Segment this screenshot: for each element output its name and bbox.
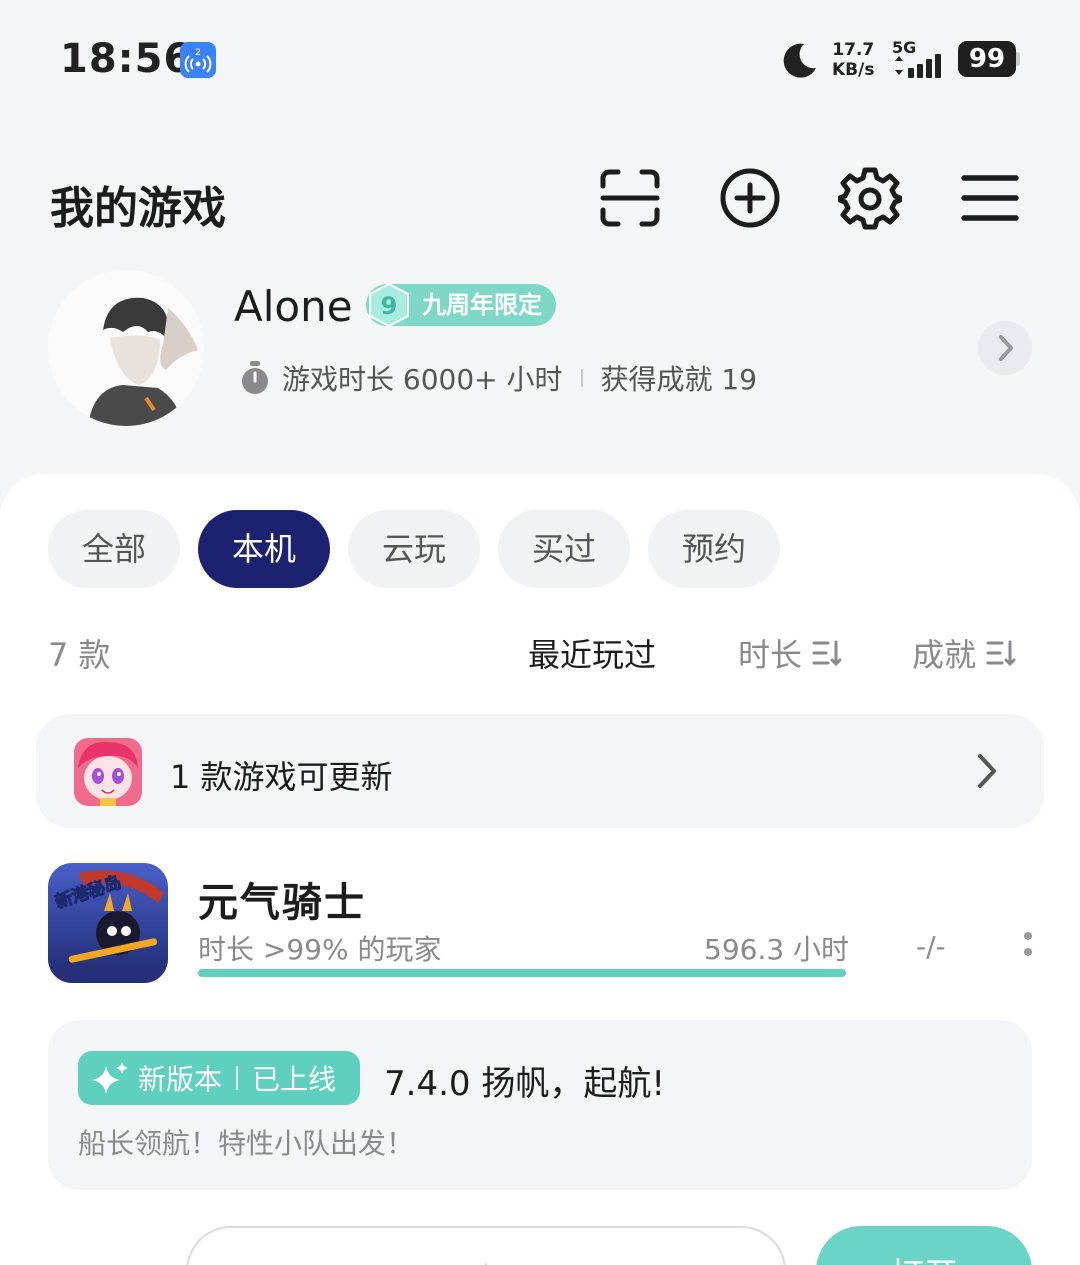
svg-text:2: 2 [195, 48, 201, 58]
news-title: 7.4.0 扬帆，起航! [384, 1064, 665, 1104]
battery-icon: 99 [958, 41, 1016, 77]
battery-tip [1016, 52, 1020, 66]
sort-recent[interactable]: 最近玩过 [528, 630, 656, 676]
sort-icon [812, 640, 842, 667]
avatar[interactable] [48, 270, 204, 426]
action-pill-group: 签到有礼 论坛 [186, 1226, 786, 1265]
news-tag-new: 新版本 [138, 1063, 223, 1096]
sort-achievement[interactable]: 成就 [912, 630, 1016, 676]
sort-playtime[interactable]: 时长 [738, 630, 842, 676]
update-banner-text: 1 款游戏可更新 [170, 758, 393, 796]
playtime-progress-bar [198, 969, 846, 977]
stats-divider [580, 369, 583, 387]
update-game-thumbnail [74, 738, 142, 806]
tab-all[interactable]: 全部 [48, 510, 180, 588]
add-circle-icon[interactable] [718, 166, 782, 230]
sort-icon [986, 640, 1016, 667]
gear-icon[interactable] [837, 166, 903, 230]
svg-text:9: 9 [381, 292, 398, 320]
tab-local[interactable]: 本机 [198, 510, 330, 588]
hotspot-icon: 2 [180, 42, 216, 78]
game-playtime-hours: 596.3 小时 [704, 933, 850, 966]
news-tag-online: 已上线 [252, 1063, 337, 1096]
moon-icon [778, 40, 820, 82]
achievement-stat: 获得成就 19 [600, 363, 758, 396]
game-playtime-rank: 时长 >99% 的玩家 [198, 933, 442, 966]
chevron-right-icon [970, 750, 1006, 792]
profile-chevron-right-icon[interactable] [978, 321, 1032, 375]
more-options-icon[interactable] [1018, 930, 1038, 962]
game-achievement: -/- [916, 930, 946, 963]
open-game-button[interactable]: 打开 [816, 1226, 1032, 1265]
profile-stats: 游戏时长 6000+ 小时 获得成就 19 [238, 356, 757, 400]
version-news-card[interactable] [48, 1020, 1032, 1190]
game-name[interactable]: 元气骑士 [198, 870, 366, 928]
badge-nine-icon: 9 [366, 282, 412, 328]
network-speed: 17.7 KB/s [832, 40, 874, 80]
stopwatch-icon [242, 361, 268, 394]
game-icon[interactable]: 新港秘岛 [48, 863, 168, 983]
tab-cloud[interactable]: 云玩 [348, 510, 480, 588]
tab-purchased[interactable]: 买过 [498, 510, 630, 588]
tab-reserved[interactable]: 预约 [648, 510, 780, 588]
status-time: 18:56 [60, 36, 193, 82]
network-speed-unit: KB/s [832, 60, 875, 80]
sparkle-icon [90, 1060, 130, 1098]
sort-playtime-label: 时长 [738, 636, 803, 674]
game-count: 7 款 [48, 636, 111, 674]
sort-achievement-label: 成就 [912, 636, 977, 674]
scan-icon[interactable] [598, 166, 662, 230]
news-description: 船长领航！特性小队出发！ [78, 1127, 415, 1160]
forum-button[interactable]: 论坛 [487, 1238, 784, 1265]
page-title: 我的游戏 [50, 183, 226, 234]
news-tag-divider [236, 1066, 239, 1090]
network-speed-value: 17.7 [832, 40, 875, 60]
username: Alone [234, 282, 353, 331]
playtime-stat: 游戏时长 6000+ 小时 [282, 363, 563, 396]
sort-recent-label: 最近玩过 [528, 636, 657, 674]
signal-icon [892, 52, 952, 80]
checkin-button[interactable]: 签到有礼 [188, 1238, 485, 1265]
menu-icon[interactable] [958, 166, 1022, 230]
